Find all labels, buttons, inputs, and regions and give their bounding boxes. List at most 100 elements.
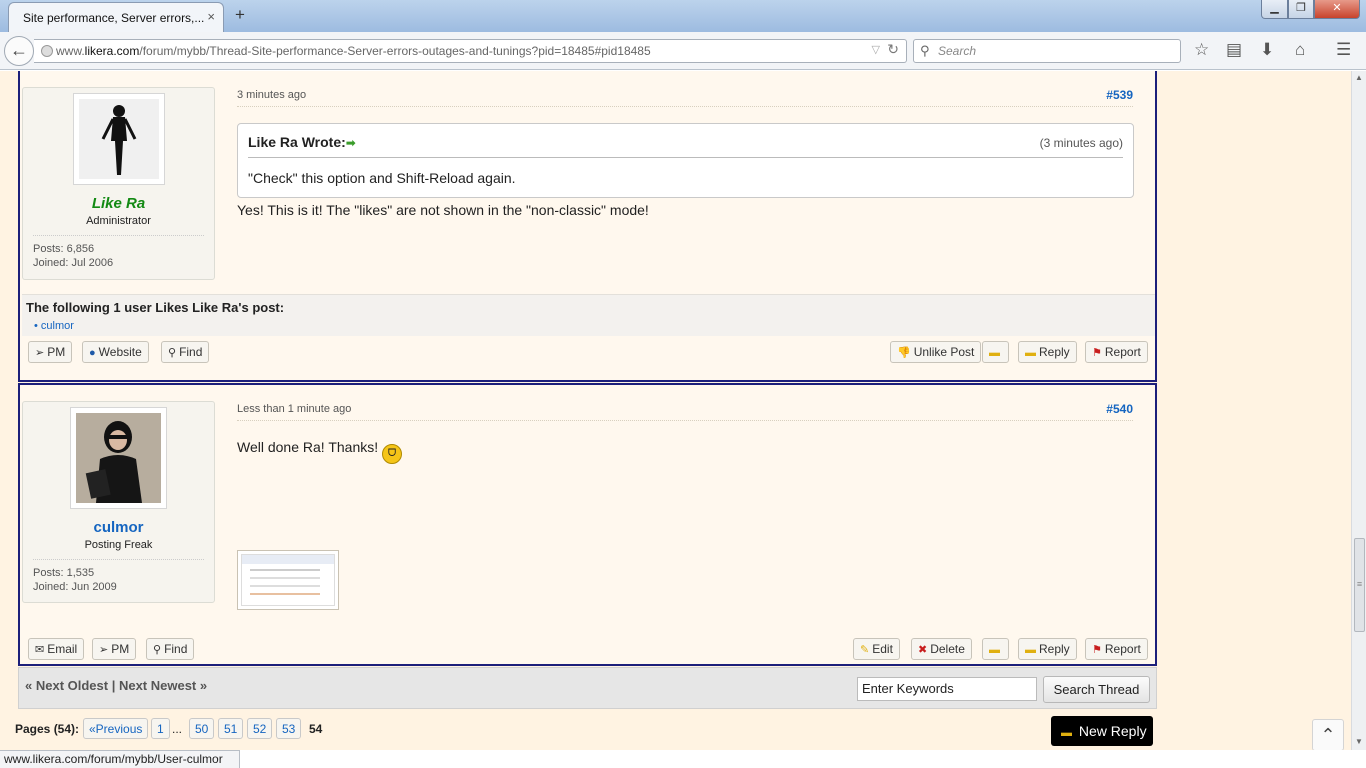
likes-user-item[interactable]: • culmor (34, 320, 1151, 332)
quote-time: (3 minutes ago) (1039, 136, 1123, 150)
current-page: 54 (309, 722, 323, 736)
close-window-icon[interactable]: ✕ (1314, 0, 1360, 19)
browser-tab[interactable]: Site performance, Server errors,... × (8, 2, 224, 32)
find-button[interactable]: ⚲ Find (161, 341, 210, 363)
post-539: Like Ra Administrator Posts: 6,856 Joine… (18, 71, 1157, 382)
home-icon[interactable]: ⌂ (1295, 41, 1305, 59)
page-link-1[interactable]: 1 (151, 718, 170, 739)
reload-icon[interactable]: ↻ (887, 41, 899, 58)
website-button-label: Website (98, 345, 142, 359)
post-body-text: Well done Ra! Thanks! (237, 439, 379, 455)
speech-bubble-icon: ▬ (1025, 644, 1036, 656)
author-title: Posting Freak (84, 539, 153, 551)
scroll-up-arrow-icon[interactable]: ▲ (1355, 73, 1363, 82)
scroll-down-arrow-icon[interactable]: ▼ (1355, 737, 1363, 746)
post-number-link[interactable]: #540 (1106, 402, 1133, 416)
post-body: Well done Ra! Thanks! ᗜ (237, 439, 403, 464)
flag-icon: ⚑ (1092, 347, 1102, 359)
email-button[interactable]: ✉ Email (28, 638, 85, 660)
new-tab-button[interactable]: + (235, 5, 245, 25)
avatar[interactable] (70, 407, 167, 509)
page-link-51[interactable]: 51 (218, 718, 244, 739)
pm-button-label: PM (47, 345, 66, 359)
globe-icon: ● (89, 347, 96, 359)
edit-button[interactable]: ✎ Edit (853, 638, 900, 660)
grin-emoji-icon: ᗜ (382, 444, 403, 464)
url-bar[interactable]: www.likera.com/forum/mybb/Thread-Site-pe… (34, 39, 907, 63)
attachment-thumbnail[interactable] (237, 550, 339, 610)
status-bar-url: www.likera.com/forum/mybb/User-culmor (0, 750, 240, 768)
pm-button[interactable]: ➢ PM (92, 638, 137, 660)
quick-reply-button[interactable]: ▬ (982, 638, 1009, 660)
paper-plane-icon: ➢ (35, 347, 45, 359)
reply-button[interactable]: ▬ Reply (1018, 341, 1077, 363)
likes-heading: The following 1 user Likes Like Ra's pos… (26, 300, 285, 315)
close-tab-icon[interactable]: × (207, 9, 215, 24)
reading-list-icon[interactable]: ▤ (1226, 41, 1242, 59)
likes-user-link[interactable]: culmor (41, 320, 74, 332)
delete-x-icon: ✖ (918, 644, 928, 656)
url-dropdown-icon[interactable]: ▽ (872, 43, 880, 56)
quote-divider (248, 157, 1123, 158)
back-arrow-icon[interactable]: ← (4, 36, 34, 66)
find-button[interactable]: ⚲ Find (146, 638, 195, 660)
browser-search-placeholder: Search (938, 44, 977, 58)
quick-reply-button[interactable]: ▬ (982, 341, 1009, 363)
delete-button-label: Delete (930, 642, 965, 656)
post-divider (237, 420, 1133, 421)
search-thread-button[interactable]: Search Thread (1043, 676, 1150, 703)
page-link-52[interactable]: 52 (247, 718, 273, 739)
page-content: Like Ra Administrator Posts: 6,856 Joine… (0, 71, 1351, 750)
delete-button[interactable]: ✖ Delete (911, 638, 972, 660)
menu-icon[interactable]: ☰ (1336, 41, 1351, 59)
reply-button[interactable]: ▬ Reply (1018, 638, 1077, 660)
author-name[interactable]: Like Ra (23, 195, 214, 212)
pages-label: Pages (54): (15, 722, 80, 736)
author-stats: Posts: 6,856 Joined: Jul 2006 (33, 235, 204, 270)
report-button-label: Report (1104, 345, 1141, 359)
avatar-image (76, 413, 161, 503)
page-link-50[interactable]: 50 (189, 718, 215, 739)
pencil-icon: ✎ (860, 644, 870, 656)
post-actions: ✉ Email ➢ PM ⚲ Find ✎ Edit ✖ Delete ▬ ▬ Reply … (22, 638, 1155, 668)
previous-page-link[interactable]: «Previous (83, 718, 149, 739)
website-button[interactable]: ● Website (82, 341, 149, 363)
post-body: Yes! This is it! The "likes" are not sho… (237, 202, 649, 218)
magnifier-icon: ⚲ (153, 644, 162, 656)
report-button[interactable]: ⚑ Report (1085, 341, 1148, 363)
maximize-icon[interactable]: ❐ (1288, 0, 1314, 19)
author-name[interactable]: culmor (23, 519, 214, 536)
search-icon: ⚲ (920, 43, 930, 58)
scrollbar-thumb[interactable]: ≡ (1354, 538, 1365, 632)
post-number-link[interactable]: #539 (1106, 88, 1133, 102)
unlike-post-button[interactable]: 👎 Unlike Post (890, 341, 982, 363)
bookmark-star-icon[interactable]: ☆ (1194, 41, 1209, 59)
quote-block: Like Ra Wrote:➡ (3 minutes ago) "Check" … (237, 123, 1134, 198)
speech-bubble-icon: ▬ (1025, 347, 1036, 359)
chevron-up-icon: ⌃ (1320, 725, 1336, 745)
flag-icon: ⚑ (1092, 644, 1102, 656)
minimize-icon[interactable]: ▁ (1261, 0, 1288, 19)
quote-author: Like Ra Wrote:➡ (248, 134, 356, 150)
quote-arrow-icon[interactable]: ➡ (346, 136, 356, 150)
page-link-53[interactable]: 53 (276, 718, 302, 739)
next-oldest-newest-links[interactable]: « Next Oldest | Next Newest » (25, 678, 207, 693)
pm-button[interactable]: ➢ PM (28, 341, 73, 363)
report-button[interactable]: ⚑ Report (1085, 638, 1148, 660)
quote-author-text: Like Ra Wrote: (248, 134, 346, 150)
author-title: Administrator (86, 215, 151, 227)
page-scrollbar[interactable]: ▲ ≡ ▼ (1351, 71, 1366, 750)
browser-search-input[interactable]: ⚲ Search (913, 39, 1181, 63)
post-540: culmor Posting Freak Posts: 1,535 Joined… (18, 383, 1157, 666)
new-reply-button[interactable]: ▬ New Reply (1051, 716, 1153, 746)
post-divider (237, 106, 1133, 107)
scroll-to-top-button[interactable]: ⌃ (1312, 719, 1344, 750)
edit-button-label: Edit (872, 642, 893, 656)
speech-bubble-icon: ▬ (989, 347, 1000, 359)
thread-search-input[interactable]: Enter Keywords (857, 677, 1037, 701)
author-panel: culmor Posting Freak Posts: 1,535 Joined… (22, 401, 215, 603)
globe-icon (41, 45, 53, 57)
avatar[interactable] (72, 93, 165, 185)
reply-button-label: Reply (1039, 345, 1070, 359)
download-icon[interactable]: ⬇ (1260, 41, 1274, 59)
